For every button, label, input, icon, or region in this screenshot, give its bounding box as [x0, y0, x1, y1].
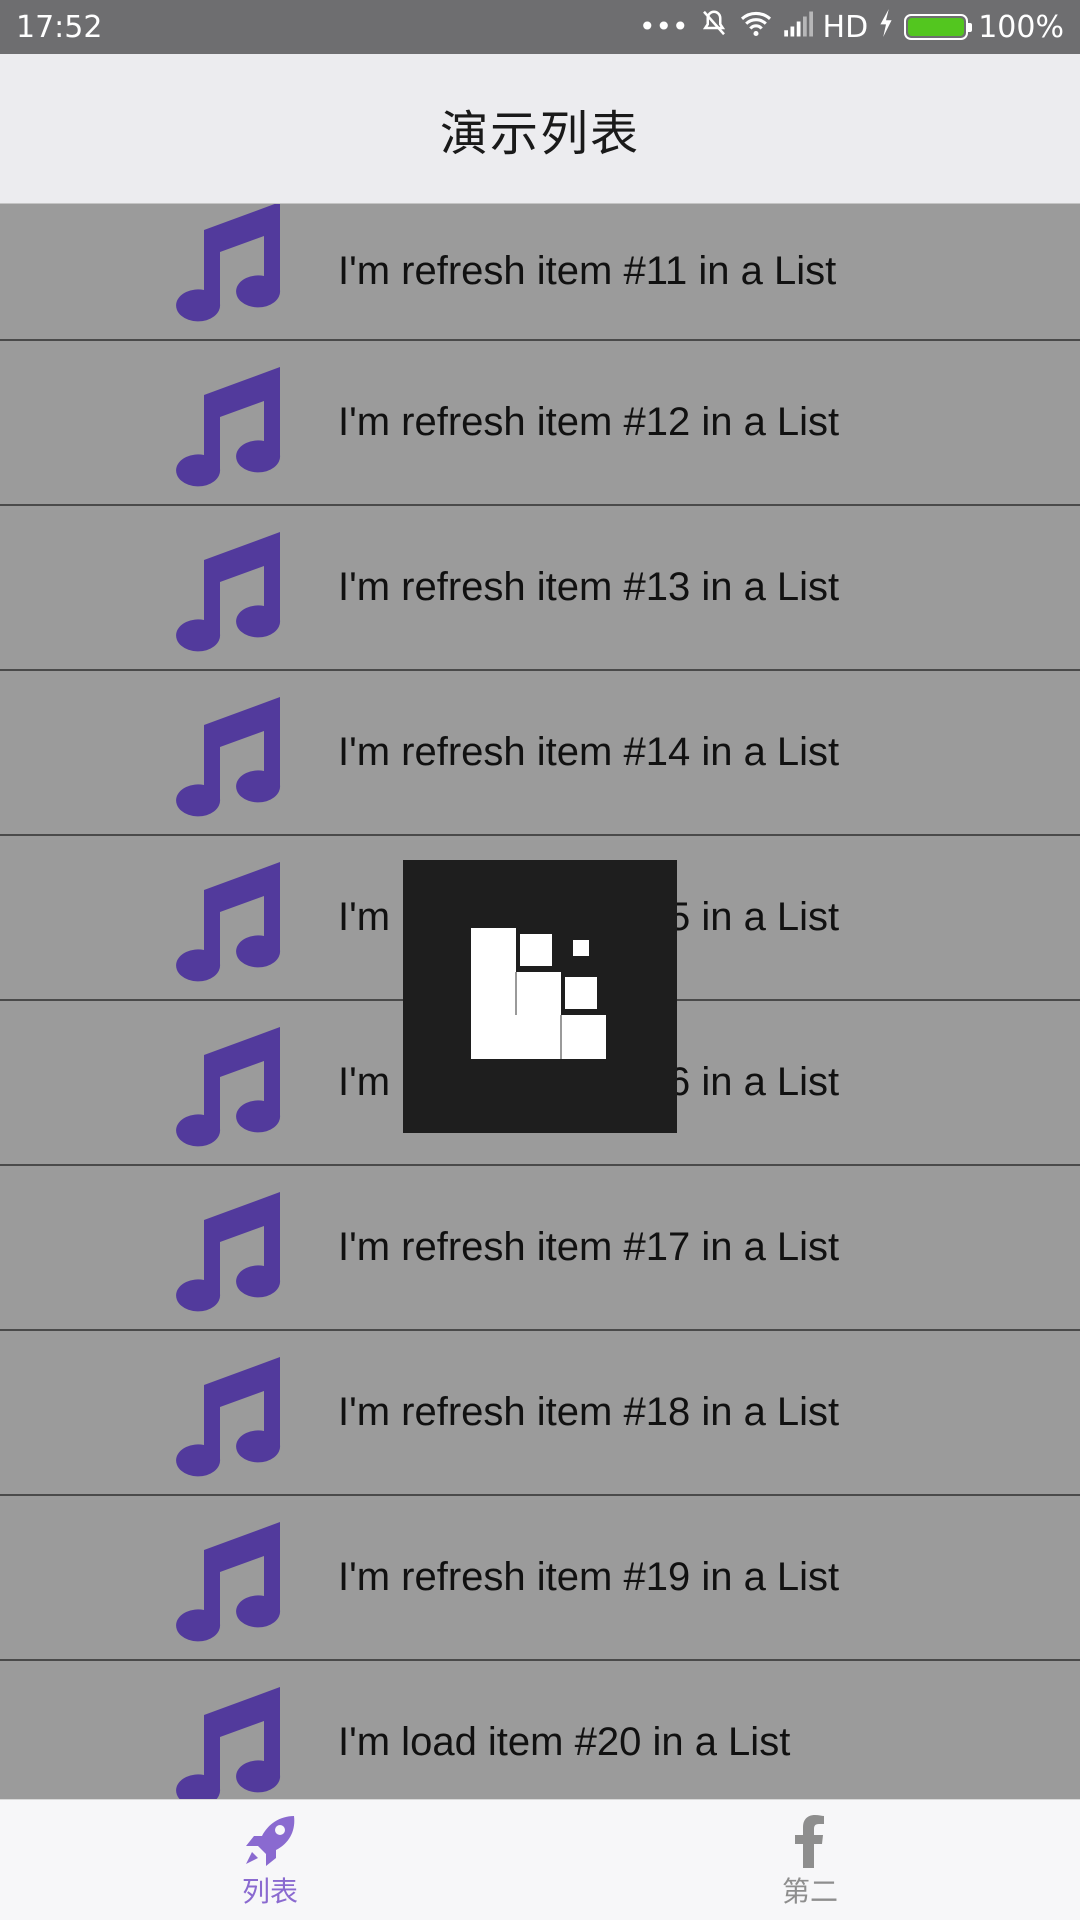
- tab-label: 列表: [241, 1875, 298, 1908]
- music-note-icon: [176, 532, 281, 652]
- list-item[interactable]: I'm refresh item #17 in a List: [0, 1166, 1080, 1331]
- music-note-icon: [176, 367, 281, 487]
- music-note-icon: [176, 204, 281, 322]
- list-item-label: I'm refresh item #18 in a List: [338, 1390, 840, 1434]
- status-bar: 17:52 ••• HD 100%: [0, 0, 1080, 54]
- tab-label: 第二: [781, 1875, 838, 1908]
- loading-blocks-icon: [471, 928, 606, 1059]
- list-item-label: I'm refresh item #19 in a List: [338, 1555, 840, 1599]
- music-note-icon: [176, 1687, 281, 1799]
- status-time: 17:52: [16, 9, 103, 45]
- music-note-icon: [176, 1357, 281, 1477]
- tab-second[interactable]: 第二: [540, 1800, 1080, 1920]
- list-item-label: I'm refresh item #14 in a List: [338, 730, 840, 774]
- list-item[interactable]: I'm refresh item #18 in a List: [0, 1331, 1080, 1496]
- music-note-icon: [176, 1192, 281, 1312]
- signal-icon: [783, 10, 813, 45]
- list-item[interactable]: I'm refresh item #11 in a List: [0, 204, 1080, 341]
- battery-icon: [904, 14, 973, 40]
- wifi-icon: [739, 9, 773, 45]
- tab-list[interactable]: 列表: [0, 1800, 540, 1920]
- header: 演示列表: [0, 54, 1080, 204]
- charging-icon: [878, 9, 894, 45]
- list-item-label: I'm refresh item #17 in a List: [338, 1225, 840, 1269]
- music-note-icon: [176, 862, 281, 982]
- music-note-icon: [176, 1522, 281, 1642]
- page-title: 演示列表: [439, 105, 640, 162]
- list-item-label: I'm refresh item #11 in a List: [338, 249, 837, 293]
- rocket-icon: [246, 1816, 295, 1866]
- network-type: HD: [822, 9, 869, 45]
- list-item[interactable]: I'm refresh item #14 in a List: [0, 671, 1080, 836]
- loading-indicator: [403, 860, 677, 1133]
- list-item[interactable]: I'm refresh item #13 in a List: [0, 506, 1080, 671]
- list-item[interactable]: I'm refresh item #19 in a List: [0, 1496, 1080, 1661]
- list-item[interactable]: I'm refresh item #12 in a List: [0, 341, 1080, 506]
- list-item-label: I'm load item #20 in a List: [338, 1720, 791, 1764]
- more-dots-icon: •••: [639, 10, 689, 43]
- battery-percent: 100%: [978, 9, 1064, 45]
- facebook-icon: [795, 1815, 824, 1868]
- mute-icon: [699, 8, 729, 46]
- tab-bar: 列表 第二: [0, 1799, 1080, 1920]
- list-item-label: I'm refresh item #12 in a List: [338, 400, 840, 444]
- list-item-label: I'm refresh item #13 in a List: [338, 565, 840, 609]
- music-note-icon: [176, 1027, 281, 1147]
- music-note-icon: [176, 697, 281, 817]
- list-item[interactable]: I'm load item #20 in a List: [0, 1661, 1080, 1799]
